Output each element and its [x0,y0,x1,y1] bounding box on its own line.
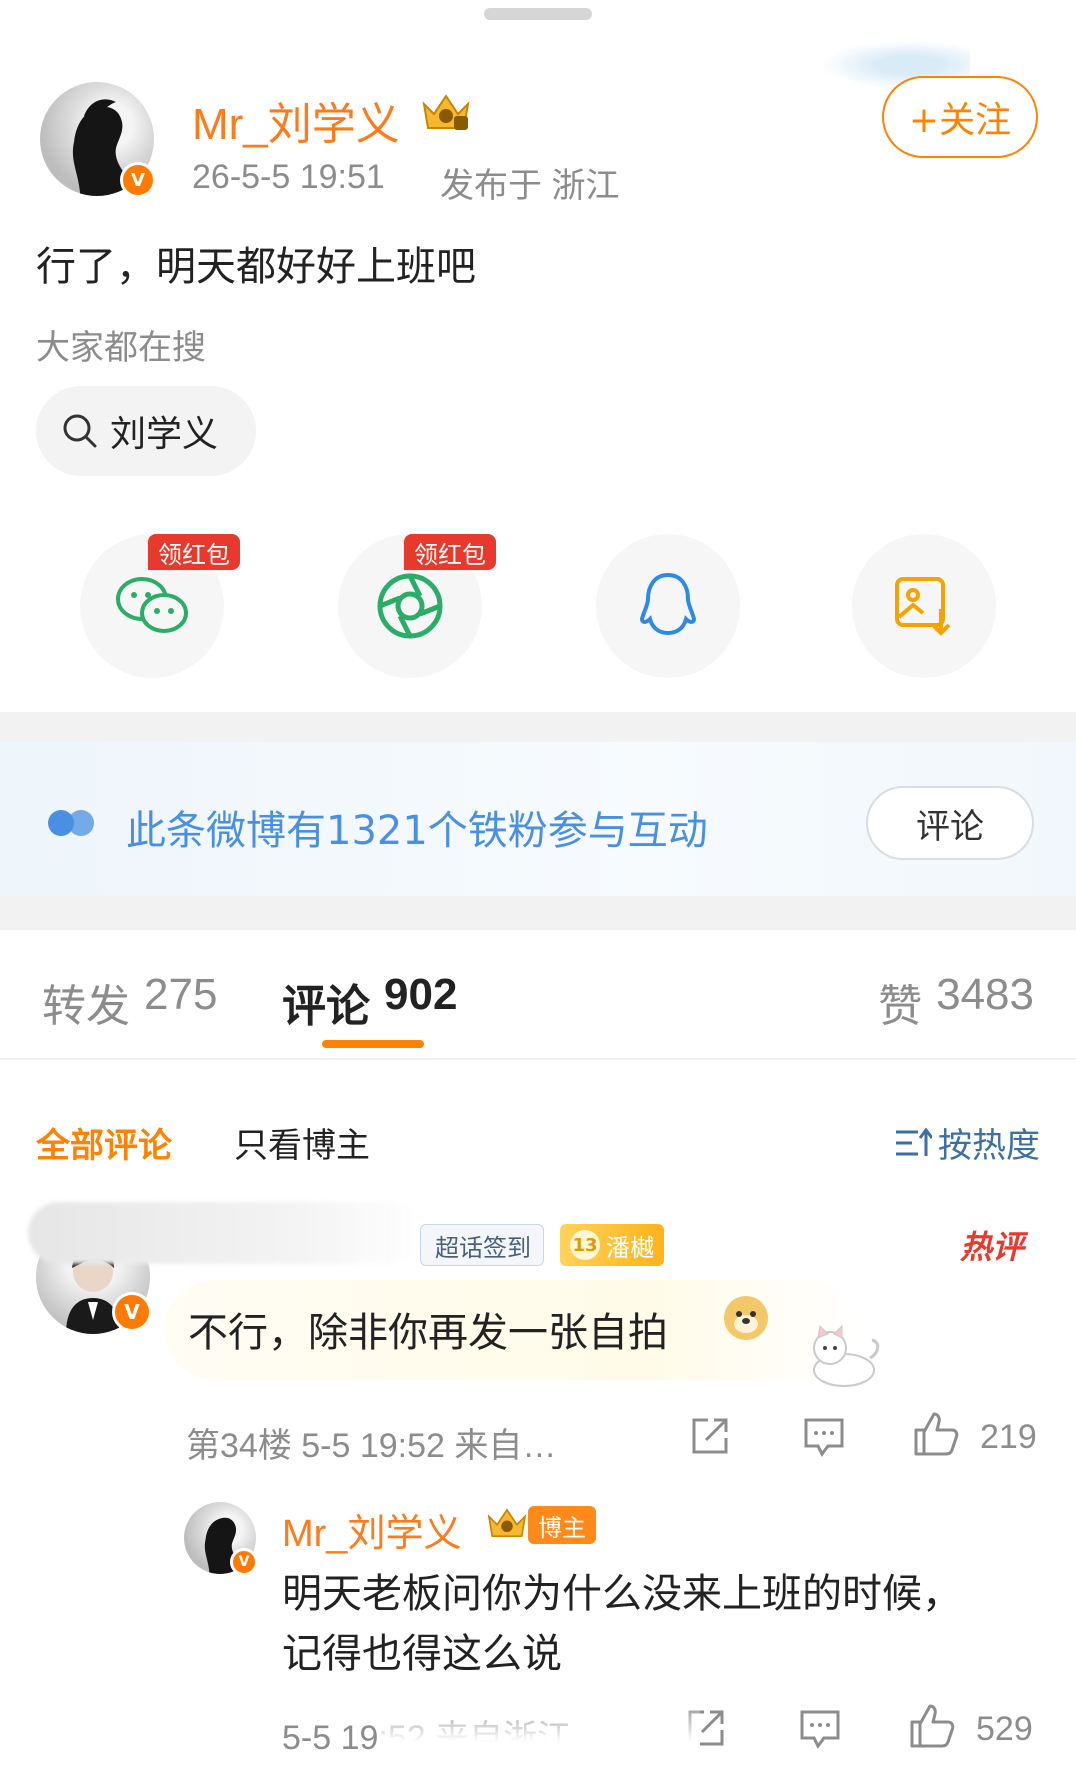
sort-icon [896,1127,932,1156]
verified-badge-icon: V [120,162,156,198]
fan-level-number: 13 [570,1230,600,1260]
comment-like-icon[interactable] [912,1410,960,1458]
sheet-drag-handle[interactable] [484,8,592,20]
reply-text: 明天老板问你为什么没来上班的时候，记得也得这么说 [282,1571,962,1677]
post-timestamp: 26-5-5 19:51 [192,158,385,196]
comment-meta: 第34楼 5-5 19:52 来自… [186,1427,557,1465]
everyone-searching-label: 大家都在搜 [36,328,206,368]
hot-search-term: 刘学义 [110,414,219,455]
tab-divider [0,1058,1076,1060]
post-location: 发布于 浙江 [440,167,620,205]
iron-fans-comment-button[interactable]: 评论 [866,786,1034,860]
commenter-name-blurred[interactable] [28,1202,424,1264]
sort-by-hot-button[interactable]: 按热度 [894,1118,1040,1167]
tab-like[interactable]: 赞 3483 [878,970,1034,1034]
sort-label: 按热度 [938,1126,1040,1166]
tab-comment[interactable]: 评论 902 [282,970,457,1034]
super-topic-checkin-text: 超话签到 [435,1233,531,1262]
fans-icon [48,810,94,836]
super-topic-checkin-badge[interactable]: 超话签到 [420,1224,544,1266]
post-body-text: 行了，明天都好好上班吧 [36,244,476,290]
iron-fans-text: 此条微博有1321个铁粉参与互动 [126,808,708,854]
save-image-icon [895,577,951,636]
redpack-tag-moments: 领红包 [404,534,496,570]
tab-comment-label: 评论 [282,982,370,1031]
reply-like-count: 529 [976,1710,1033,1748]
section-separator-2 [0,896,1076,930]
tab-comment-count: 902 [384,970,458,1019]
tab-repost[interactable]: 转发 275 [42,970,217,1034]
author-name[interactable]: Mr_刘学义 [192,88,400,152]
tab-like-label: 赞 [878,982,923,1031]
tab-repost-label: 转发 [42,982,130,1031]
hot-search-chip[interactable]: 刘学义 [36,386,256,476]
active-tab-indicator [322,1040,424,1048]
redpack-tag-wechat: 领红包 [148,534,240,570]
comment-reply-icon[interactable] [802,1414,846,1458]
comment-share-icon[interactable] [688,1414,732,1458]
bottom-fade-overlay [380,1700,700,1776]
comment-like-count: 219 [980,1418,1037,1456]
wechat-icon [116,577,188,633]
reply-verified-icon: V [230,1548,258,1576]
commenter-verified-icon: V [112,1292,152,1332]
fan-level-badge[interactable]: 13 潘樾 [560,1224,664,1266]
doge-emoji-icon [724,1296,768,1340]
filter-host-only[interactable]: 只看博主 [234,1118,370,1167]
hot-comment-tag: 热评 [959,1228,1024,1266]
tab-like-count: 3483 [936,970,1034,1019]
host-badge: 博主 [528,1506,596,1544]
comment-text: 不行，除非你再发一张自拍 [188,1310,668,1356]
crown-badge-icon [422,94,470,130]
qq-icon [639,572,697,636]
search-icon [63,414,97,448]
reply-reply-icon[interactable] [798,1706,842,1750]
cat-sticker-icon [813,1324,880,1387]
reply-crown-badge-icon [487,1508,527,1537]
reply-author-name[interactable]: Mr_刘学义 [282,1502,461,1557]
tab-repost-count: 275 [144,970,218,1019]
save-image-button[interactable] [852,534,996,678]
follow-button[interactable]: +关注 [882,76,1038,158]
section-separator [0,712,1076,742]
reply-like-icon[interactable] [908,1702,956,1750]
filter-all-comments[interactable]: 全部评论 [36,1118,172,1167]
fan-badge-name: 潘樾 [606,1233,654,1262]
share-qq-button[interactable] [596,534,740,678]
moments-icon [377,573,443,639]
